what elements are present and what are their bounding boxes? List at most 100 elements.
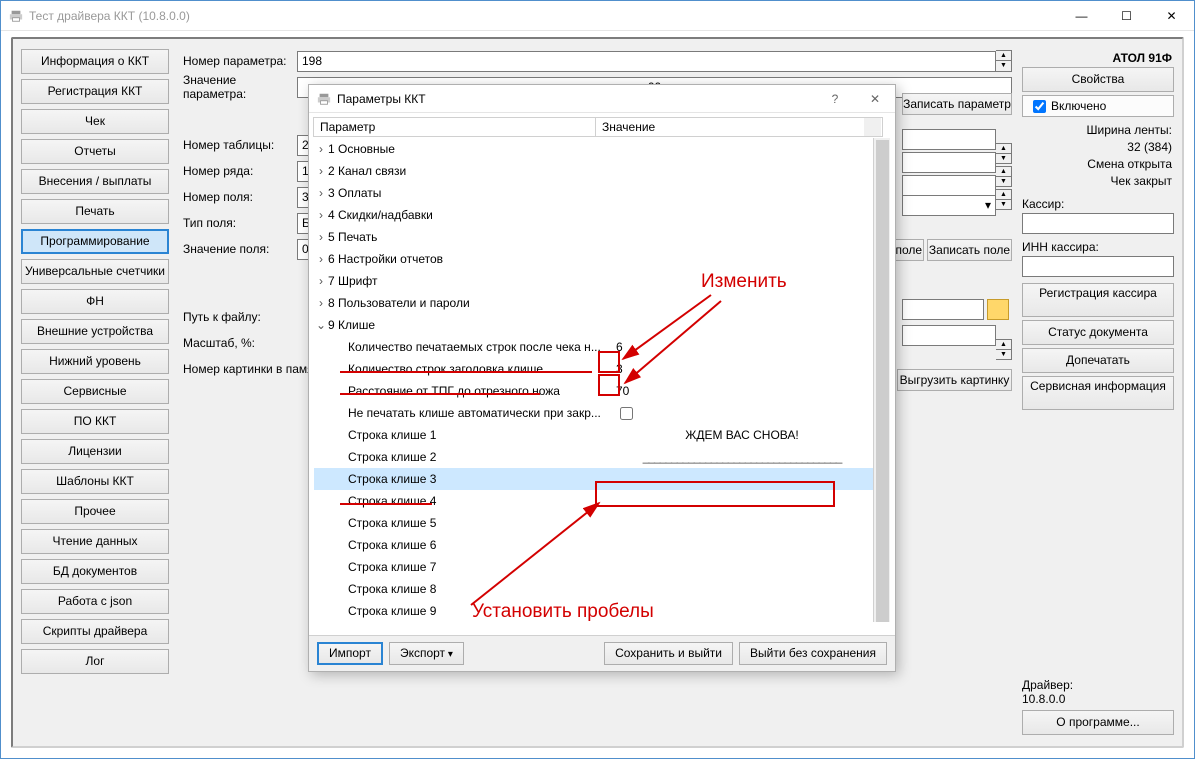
bg-input-1[interactable] xyxy=(902,129,996,150)
group-8[interactable]: ›8 Пользователи и пароли xyxy=(314,292,874,314)
param-number-spinner[interactable]: ▲▼ xyxy=(996,50,1012,72)
params-dialog: Параметры ККТ ? ✕ Параметр Значение ›1 О… xyxy=(308,84,896,672)
sidebar-item-reports[interactable]: Отчеты xyxy=(21,139,169,164)
scrollbar-thumb[interactable] xyxy=(876,140,889,622)
group-4[interactable]: ›4 Скидки/надбавки xyxy=(314,204,874,226)
bg-scale-input[interactable] xyxy=(902,325,996,346)
export-button[interactable]: Экспорт xyxy=(389,642,464,665)
inn-label: ИНН кассира: xyxy=(1022,240,1174,254)
bg-path-input[interactable] xyxy=(902,299,984,320)
dialog-close-button[interactable]: ✕ xyxy=(855,92,895,106)
about-button[interactable]: О программе... xyxy=(1022,710,1174,735)
param-klishe-9[interactable]: Строка клише 9 xyxy=(314,600,874,622)
group-6[interactable]: ›6 Настройки отчетов xyxy=(314,248,874,270)
param-header-lines[interactable]: Количество строк заголовка клише 3 xyxy=(314,358,874,380)
expand-icon[interactable]: › xyxy=(314,252,328,266)
col-value: Значение xyxy=(596,118,864,136)
sidebar-item-scripts[interactable]: Скрипты драйвера xyxy=(21,619,169,644)
group-9[interactable]: ⌄9 Клише xyxy=(314,314,874,336)
reg-cashier-button[interactable]: Регистрация кассира xyxy=(1022,283,1174,317)
cashier-label: Кассир: xyxy=(1022,197,1174,211)
doprint-button[interactable]: Допечатать xyxy=(1022,348,1174,373)
expand-icon[interactable]: › xyxy=(314,186,328,200)
param-number-label: Номер параметра: xyxy=(183,54,297,68)
sidebar-item-info[interactable]: Информация о ККТ xyxy=(21,49,169,74)
properties-button[interactable]: Свойства xyxy=(1022,67,1174,92)
expand-icon[interactable]: › xyxy=(314,230,328,244)
auto-print-checkbox[interactable] xyxy=(620,407,633,420)
param-klishe-5[interactable]: Строка клише 5 xyxy=(314,512,874,534)
cashier-input[interactable] xyxy=(1022,213,1174,234)
shift-open-label: Смена открыта xyxy=(1022,157,1174,174)
maximize-button[interactable]: ☐ xyxy=(1104,1,1149,30)
param-klishe-6[interactable]: Строка клише 6 xyxy=(314,534,874,556)
sidebar-item-external[interactable]: Внешние устройства xyxy=(21,319,169,344)
expand-icon[interactable]: › xyxy=(314,164,328,178)
group-2[interactable]: ›2 Канал связи xyxy=(314,160,874,182)
bg-spinner-4[interactable]: ▲▼ xyxy=(996,339,1012,360)
sidebar-item-fn[interactable]: ФН xyxy=(21,289,169,314)
sidebar-item-deposits[interactable]: Внесения / выплаты xyxy=(21,169,169,194)
import-button[interactable]: Импорт xyxy=(317,642,383,665)
bg-input-2[interactable] xyxy=(902,152,996,173)
sidebar-item-templates[interactable]: Шаблоны ККТ xyxy=(21,469,169,494)
scale-label: Масштаб, %: xyxy=(183,336,297,350)
sidebar-item-dbdocs[interactable]: БД документов xyxy=(21,559,169,584)
tree-scrollbar[interactable] xyxy=(873,138,890,622)
sidebar-item-json[interactable]: Работа с json xyxy=(21,589,169,614)
param-klishe-3[interactable]: Строка клише 3 xyxy=(314,468,874,490)
sidebar-item-registration[interactable]: Регистрация ККТ xyxy=(21,79,169,104)
param-klishe-4[interactable]: Строка клише 4 xyxy=(314,490,874,512)
expand-icon[interactable]: › xyxy=(314,208,328,222)
printer-icon xyxy=(317,92,331,106)
expand-icon[interactable]: › xyxy=(314,142,328,156)
check-closed-label: Чек закрыт xyxy=(1022,174,1174,191)
param-distance[interactable]: Расстояние от ТПГ до отрезного ножа 70 xyxy=(314,380,874,402)
tape-width-value: 32 (384) xyxy=(1022,140,1174,157)
params-tree[interactable]: ›1 Основные ›2 Канал связи ›3 Оплаты ›4 … xyxy=(314,138,874,622)
sidebar-item-check[interactable]: Чек xyxy=(21,109,169,134)
enabled-check-input[interactable] xyxy=(1033,100,1046,113)
sidebar-item-firmware[interactable]: ПО ККТ xyxy=(21,409,169,434)
right-footer: Драйвер: 10.8.0.0 О программе... xyxy=(1022,678,1174,738)
sidebar-item-other[interactable]: Прочее xyxy=(21,499,169,524)
write-param-button[interactable]: Записать параметр xyxy=(902,93,1012,115)
sidebar-item-readdata[interactable]: Чтение данных xyxy=(21,529,169,554)
sidebar-item-lowlevel[interactable]: Нижний уровень xyxy=(21,349,169,374)
unload-pic-button[interactable]: Выгрузить картинку xyxy=(897,369,1012,391)
sidebar-item-print[interactable]: Печать xyxy=(21,199,169,224)
bg-input-3[interactable] xyxy=(902,175,996,196)
expand-icon[interactable]: › xyxy=(314,296,328,310)
dialog-titlebar: Параметры ККТ ? ✕ xyxy=(309,85,895,113)
param-lines-after[interactable]: Количество печатаемых строк после чека н… xyxy=(314,336,874,358)
enabled-checkbox[interactable]: Включено xyxy=(1022,95,1174,117)
save-exit-button[interactable]: Сохранить и выйти xyxy=(604,642,733,665)
inn-input[interactable] xyxy=(1022,256,1174,277)
sidebar-item-log[interactable]: Лог xyxy=(21,649,169,674)
sidebar-item-service[interactable]: Сервисные xyxy=(21,379,169,404)
close-button[interactable]: ✕ xyxy=(1149,1,1194,30)
group-3[interactable]: ›3 Оплаты xyxy=(314,182,874,204)
dialog-help-button[interactable]: ? xyxy=(815,92,855,106)
write-field-button[interactable]: Записать поле xyxy=(927,239,1012,261)
service-info-button[interactable]: Сервисная информация xyxy=(1022,376,1174,410)
collapse-icon[interactable]: ⌄ xyxy=(314,318,328,332)
expand-icon[interactable]: › xyxy=(314,274,328,288)
folder-icon[interactable] xyxy=(987,299,1009,320)
param-klishe-7[interactable]: Строка клише 7 xyxy=(314,556,874,578)
group-5[interactable]: ›5 Печать xyxy=(314,226,874,248)
param-klishe-8[interactable]: Строка клише 8 xyxy=(314,578,874,600)
bg-dropdown[interactable]: ▾ xyxy=(902,195,996,216)
doc-status-button[interactable]: Статус документа xyxy=(1022,320,1174,345)
sidebar-item-counters[interactable]: Универсальные счетчики xyxy=(21,259,169,284)
group-1[interactable]: ›1 Основные xyxy=(314,138,874,160)
sidebar-item-programming[interactable]: Программирование xyxy=(21,229,169,254)
param-no-auto-print[interactable]: Не печатать клише автоматически при закр… xyxy=(314,402,874,424)
param-number-input[interactable]: 198 xyxy=(297,51,996,72)
param-klishe-2[interactable]: Строка клише 2 _________________________… xyxy=(314,446,874,468)
group-7[interactable]: ›7 Шрифт xyxy=(314,270,874,292)
exit-nosave-button[interactable]: Выйти без сохранения xyxy=(739,642,887,665)
minimize-button[interactable]: — xyxy=(1059,1,1104,30)
param-klishe-1[interactable]: Строка клише 1 ЖДЕМ ВАС СНОВА! xyxy=(314,424,874,446)
sidebar-item-licenses[interactable]: Лицензии xyxy=(21,439,169,464)
